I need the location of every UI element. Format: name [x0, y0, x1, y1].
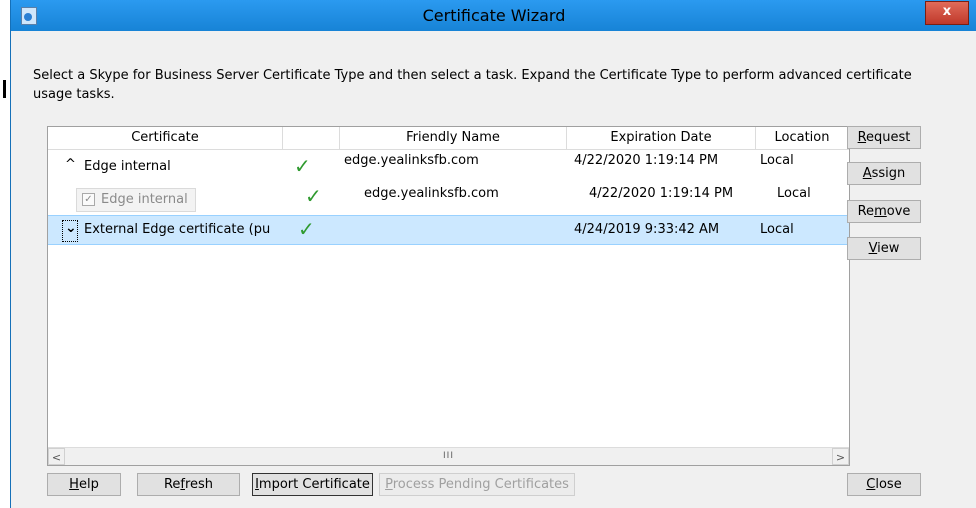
- close-button[interactable]: Close: [847, 473, 921, 496]
- status-check-icon: ✓: [294, 154, 311, 178]
- horizontal-scrollbar[interactable]: < III >: [48, 447, 849, 465]
- collapse-chevron-icon[interactable]: ^: [65, 157, 76, 172]
- status-check-icon: ✓: [298, 217, 315, 241]
- scroll-right-icon[interactable]: >: [832, 448, 849, 465]
- friendly-name: edge.yealinksfb.com: [344, 153, 479, 168]
- left-frame-edge: [0, 0, 10, 508]
- refresh-button[interactable]: Refresh: [137, 473, 240, 496]
- import-certificate-button[interactable]: Import Certificate: [252, 473, 373, 496]
- view-button[interactable]: View: [847, 237, 921, 260]
- certificate-wizard-window: Certificate Wizard x Select a Skype for …: [10, 0, 976, 508]
- location: Local: [760, 153, 794, 168]
- scroll-left-icon[interactable]: <: [48, 448, 65, 465]
- title-bar[interactable]: Certificate Wizard x: [11, 0, 976, 31]
- status-check-icon: ✓: [305, 184, 322, 208]
- expiration-date: 4/22/2020 1:19:14 PM: [589, 186, 734, 201]
- help-button[interactable]: Help: [47, 473, 121, 496]
- column-header-friendly-name[interactable]: Friendly Name: [340, 127, 567, 149]
- checkbox-icon[interactable]: ✓: [82, 193, 95, 206]
- friendly-name: edge.yealinksfb.com: [364, 186, 499, 201]
- assign-button[interactable]: Assign: [847, 162, 921, 185]
- table-row-selected[interactable]: ⌄ External Edge certificate (pu ✓ 4/24/2…: [48, 215, 849, 245]
- certificate-name: Edge internal: [101, 192, 188, 207]
- expiration-date: 4/24/2019 9:33:42 AM: [574, 222, 720, 237]
- scrollbar-thumb[interactable]: III: [66, 449, 831, 464]
- column-header-certificate[interactable]: Certificate: [48, 127, 283, 149]
- column-header-expiration-date[interactable]: Expiration Date: [567, 127, 756, 149]
- request-button[interactable]: Request: [847, 126, 921, 149]
- location: Local: [760, 222, 794, 237]
- instructions-text: Select a Skype for Business Server Certi…: [33, 68, 912, 102]
- remove-button[interactable]: Remove: [847, 200, 921, 223]
- frame-marker: [3, 80, 6, 98]
- expand-chevron-icon[interactable]: ⌄: [65, 220, 77, 236]
- location: Local: [777, 186, 811, 201]
- table-row[interactable]: ✓ Edge internal ✓ edge.yealinksfb.com 4/…: [48, 183, 849, 213]
- table-row[interactable]: ^ Edge internal ✓ edge.yealinksfb.com 4/…: [48, 153, 849, 183]
- sub-certificate-item[interactable]: ✓ Edge internal: [76, 188, 196, 212]
- column-header-location[interactable]: Location: [756, 127, 848, 149]
- certificate-name: External Edge certificate (pu: [84, 222, 271, 237]
- process-pending-certificates-button[interactable]: Process Pending Certificates: [379, 473, 575, 496]
- certificate-name: Edge internal: [84, 159, 171, 174]
- expiration-date: 4/22/2020 1:19:14 PM: [574, 153, 719, 168]
- window-title: Certificate Wizard: [422, 6, 566, 25]
- column-header-status[interactable]: [283, 127, 340, 149]
- certificate-grid[interactable]: Certificate Friendly Name Expiration Dat…: [47, 126, 850, 466]
- window-close-button[interactable]: x: [925, 1, 969, 25]
